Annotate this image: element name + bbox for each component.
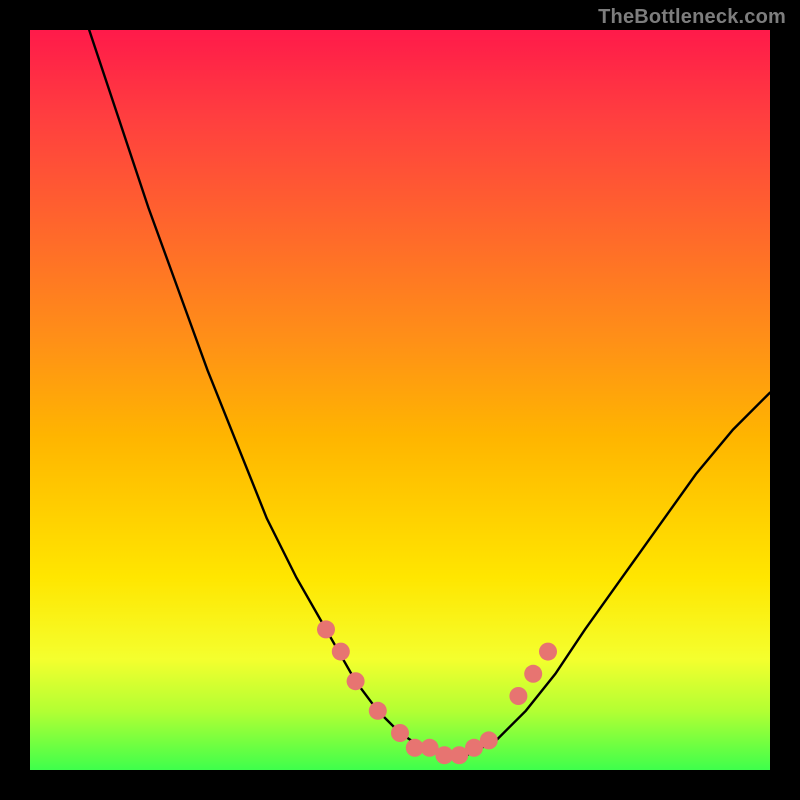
watermark-text: TheBottleneck.com xyxy=(598,6,786,29)
highlight-dot xyxy=(391,724,409,742)
highlight-dot xyxy=(524,665,542,683)
bottleneck-curve xyxy=(89,30,770,755)
highlight-dot xyxy=(480,731,498,749)
chart-svg xyxy=(30,30,770,770)
highlight-dot xyxy=(369,702,387,720)
plot-area xyxy=(30,30,770,770)
highlight-dot xyxy=(539,643,557,661)
chart-stage: TheBottleneck.com xyxy=(0,0,800,800)
highlight-dot xyxy=(332,643,350,661)
highlight-dots xyxy=(317,620,557,764)
highlight-dot xyxy=(347,672,365,690)
highlight-dot xyxy=(509,687,527,705)
highlight-dot xyxy=(317,620,335,638)
